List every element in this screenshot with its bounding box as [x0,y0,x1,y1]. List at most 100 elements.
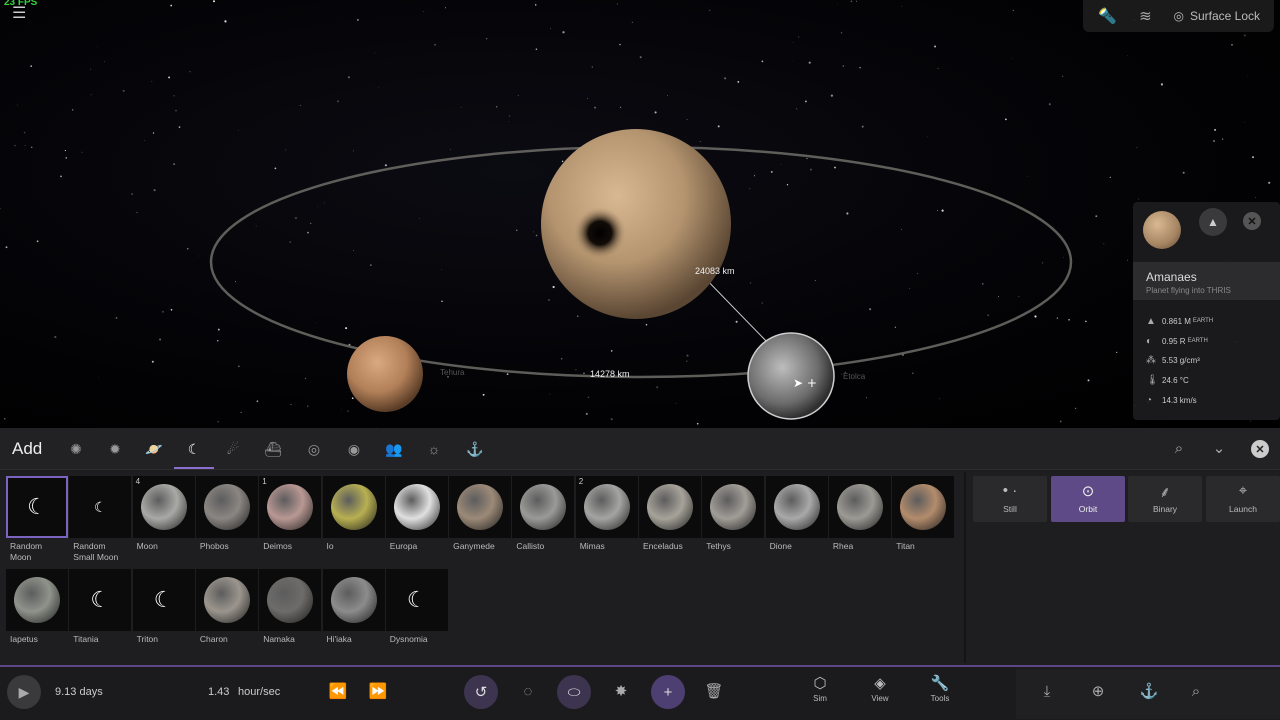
object-name-box[interactable]: Amanaes Planet flying into THRIS [1133,262,1280,300]
chevron-up-icon[interactable]: ▲ [1199,208,1227,236]
elapsed-time: 9.13 days [55,686,103,698]
mode-launch-button[interactable]: ⌖ Launch [1206,476,1280,522]
object-tile[interactable] [828,476,891,538]
play-button[interactable]: ▶ [7,675,41,709]
top-right-toolbar: 🔦 ≋ ◎ Surface Lock [1083,0,1274,32]
object-tile[interactable]: ☾ [69,476,132,538]
category-planet-icon[interactable]: 🪐 [143,439,165,459]
star [317,206,318,208]
object-tile[interactable] [765,476,828,538]
radius-unit: EARTH [1187,338,1208,344]
mode-orbit-button[interactable]: ⊙ Orbit [1051,476,1125,522]
menu-icon[interactable]: ☰ [12,6,28,22]
moon-thumbnail [900,484,947,530]
star [917,273,919,275]
object-thumbnail [1143,211,1181,249]
cube-icon: ⬡ [813,675,827,692]
star [441,300,443,302]
category-people-icon[interactable]: 👥 [383,439,405,459]
category-star-icon[interactable]: ✹ [104,439,126,459]
star [224,20,227,23]
object-tile[interactable] [639,476,701,538]
object-tile[interactable]: 1 [259,476,322,538]
star [901,229,903,230]
rewind-icon[interactable]: ⏪ [325,679,351,705]
star [865,397,867,399]
category-ship-icon[interactable]: ⛴ [262,439,284,459]
object-tile[interactable] [322,569,385,631]
star [837,3,838,4]
category-moon-icon[interactable]: ☾ [183,439,205,459]
object-tile[interactable] [259,569,322,631]
object-tile[interactable] [449,476,512,538]
selected-body[interactable] [747,332,835,420]
object-tile[interactable] [6,569,68,631]
star [587,396,590,399]
surface-lock-button[interactable]: ◎ Surface Lock [1167,9,1266,23]
drop-icon[interactable]: ⤓ [1034,679,1060,705]
object-tile[interactable] [195,476,258,538]
star [3,417,6,420]
mode-still-button[interactable]: • · Still [973,476,1047,522]
view-menu-button[interactable]: ◈ View [860,674,900,703]
chevron-down-icon[interactable]: ⌄ [1208,439,1230,459]
star [1247,75,1248,77]
lasso-icon[interactable]: ◌ [515,679,541,705]
tools-menu-button[interactable]: 🔧 Tools [920,674,960,703]
search-icon[interactable]: ⌕ [1168,439,1190,459]
close-icon[interactable]: ✕ [1243,212,1261,230]
tile-label: Titania [73,634,99,644]
object-tile[interactable] [892,476,955,538]
recenter-icon[interactable]: ⊕ [1085,679,1111,705]
object-tile[interactable]: ☾ [385,569,448,631]
panel-close-icon[interactable]: ✕ [1251,440,1269,458]
object-tile[interactable]: 2 [575,476,638,538]
star [1268,181,1271,184]
flashlight-icon[interactable]: 🔦 [1091,2,1123,30]
crescent-moon-icon: ☾ [153,587,174,612]
object-tile[interactable] [322,476,385,538]
explode-icon[interactable]: ✸ [608,679,634,705]
star [353,250,355,251]
anchor-down-icon[interactable]: ⚓ [1136,679,1162,705]
star [1018,296,1020,297]
zoom-search-icon[interactable]: ⌕ [1183,679,1209,705]
simulation-viewport[interactable]: ➤ + 23 FPS ☰ 🔦 ≋ ◎ Surface Lock 24083 km… [0,0,1280,428]
filter-icon[interactable]: ≋ [1129,2,1161,30]
label-tool-button[interactable]: ⬭ [557,675,591,709]
object-tile[interactable]: 4 [132,476,195,538]
star [143,140,145,141]
object-tile[interactable] [512,476,575,538]
star [583,372,585,375]
category-sun-icon[interactable]: ☼ [423,439,445,459]
category-eye-icon[interactable]: ◉ [343,439,365,459]
star [616,3,618,5]
object-tile[interactable] [385,476,448,538]
star [1213,140,1215,142]
object-tile[interactable]: ☾ [69,569,132,631]
category-spiral-icon[interactable]: ◎ [303,439,325,459]
category-particles-icon[interactable]: ✺ [65,439,87,459]
orbit-tool-button[interactable]: ↺ [464,675,498,709]
star [517,94,519,97]
trash-icon[interactable]: 🗑 [701,679,727,705]
main-planet[interactable] [541,129,731,319]
small-planet[interactable] [347,336,423,412]
fast-forward-icon[interactable]: ⏩ [365,679,391,705]
object-tile[interactable]: ☾ [132,569,195,631]
moon-thumbnail [203,577,250,623]
object-tile[interactable]: ☾ [6,476,68,538]
object-tile[interactable] [702,476,765,538]
sim-menu-button[interactable]: ⬡ Sim [800,674,840,703]
star [347,410,349,412]
star [840,32,843,34]
object-tile[interactable] [195,569,258,631]
tile-label: Triton [136,634,159,644]
add-button[interactable]: + [651,675,685,709]
star [780,164,782,165]
mode-binary-button[interactable]: ⸙ Binary [1128,476,1202,522]
category-anchor-icon[interactable]: ⚓ [464,439,486,459]
category-comet-icon[interactable]: ☄ [222,439,244,459]
mass-unit: EARTH [1192,318,1214,324]
star [562,31,565,34]
